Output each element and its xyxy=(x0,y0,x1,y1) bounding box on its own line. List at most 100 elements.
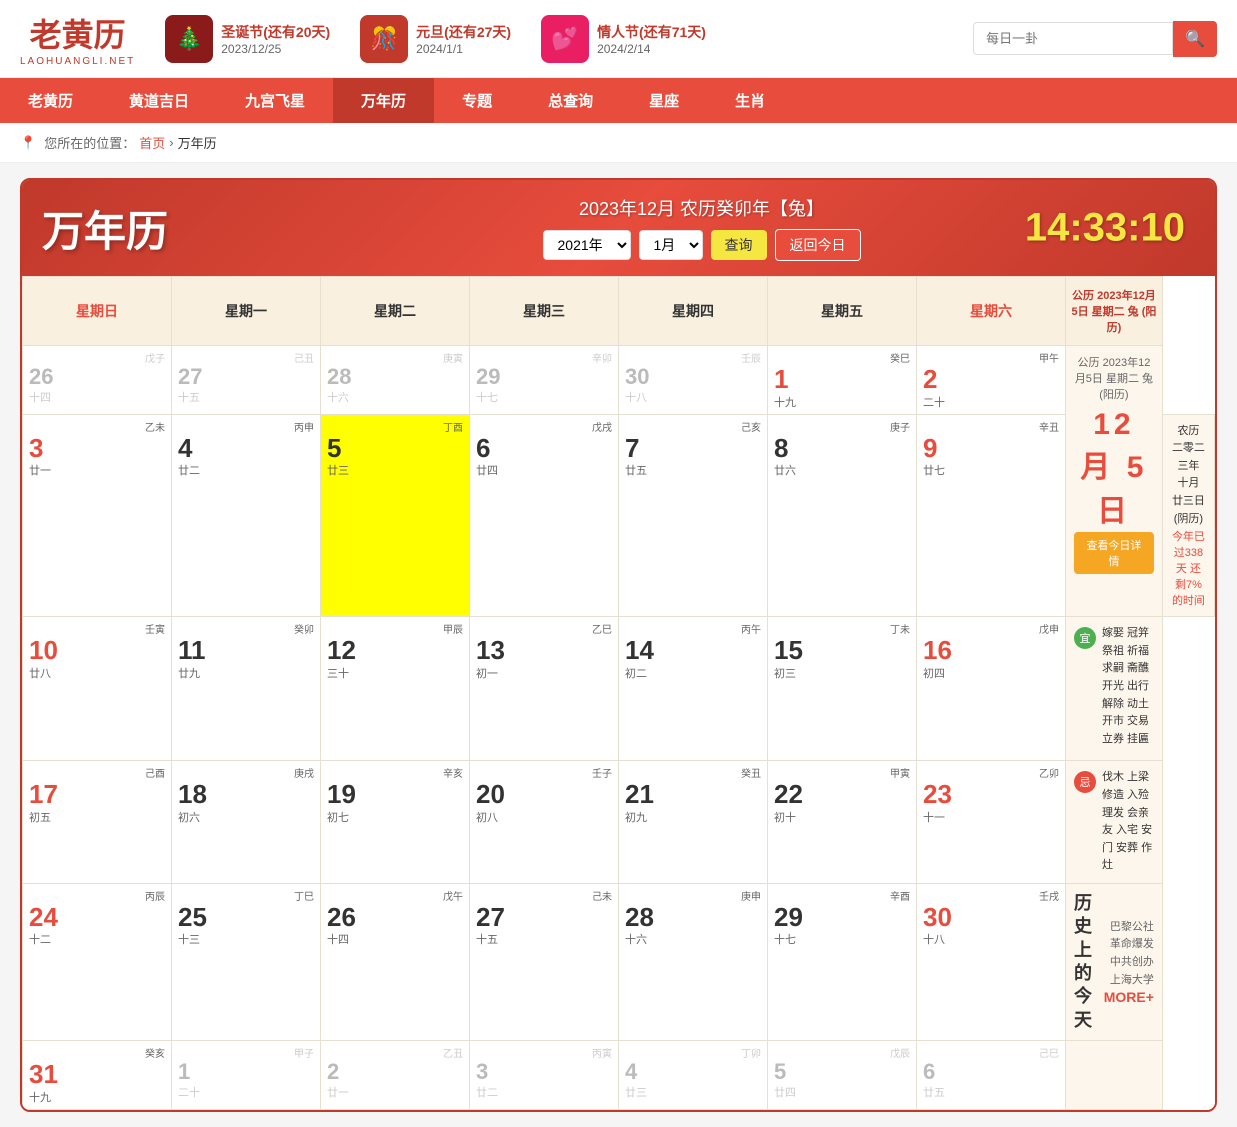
table-row[interactable]: 癸巳1十九 xyxy=(768,346,917,415)
current-time: 14:33:10 xyxy=(1025,206,1185,251)
table-row[interactable]: 辛亥19初七 xyxy=(321,761,470,884)
table-row[interactable]: 庚申28十六 xyxy=(619,883,768,1040)
table-row[interactable]: 庚寅28十六 xyxy=(321,346,470,415)
side-info-cell: 宜 嫁娶 冠笄 祭祖 祈福 求嗣 斋醮 开光 出行 解除 动土 开市 交易 立券… xyxy=(1066,617,1163,761)
location-icon: 📍 xyxy=(20,135,36,151)
nav-shengxiao[interactable]: 生肖 xyxy=(707,78,793,123)
table-row[interactable]: 己亥7廿五 xyxy=(619,414,768,617)
weekday-wed: 星期三 xyxy=(470,277,619,346)
yi-badge: 宜 xyxy=(1074,627,1096,649)
table-row[interactable]: 丙申4廿二 xyxy=(172,414,321,617)
table-row[interactable]: 庚戌18初六 xyxy=(172,761,321,884)
history-title: 历史上 的今天 xyxy=(1074,892,1104,1032)
breadcrumb-home[interactable]: 首页 xyxy=(139,133,165,152)
table-row[interactable]: 壬寅10廿八 xyxy=(23,617,172,761)
breadcrumb: 📍 您所在的位置： 首页 › 万年历 xyxy=(0,123,1237,163)
holiday-christmas[interactable]: 🎄 圣诞节(还有20天) 2023/12/25 xyxy=(165,15,330,63)
side-info-cell: 公历 2023年12月5日 星期二 兔 (阳历) 12 月 5 日 查看今日详情 xyxy=(1066,346,1163,617)
side-yi-row: 宜 嫁娶 冠笄 祭祖 祈福 求嗣 斋醮 开光 出行 解除 动土 开市 交易 立券… xyxy=(1074,625,1154,748)
nav-xingzuo[interactable]: 星座 xyxy=(621,78,707,123)
table-row[interactable]: 乙卯23十一 xyxy=(917,761,1066,884)
calendar-body: 星期日 星期一 星期二 星期三 星期四 星期五 星期六 公历 2023年12月5… xyxy=(22,276,1215,1110)
calendar-main-title: 万年历 xyxy=(42,198,168,259)
calendar-table: 星期日 星期一 星期二 星期三 星期四 星期五 星期六 公历 2023年12月5… xyxy=(22,276,1215,1110)
history-item-1: 巴黎公社革命爆发 xyxy=(1104,919,1154,954)
table-row[interactable]: 丁未15初三 xyxy=(768,617,917,761)
table-row[interactable]: 己未27十五 xyxy=(470,883,619,1040)
table-row[interactable]: 戊辰5廿四 xyxy=(768,1041,917,1110)
table-row[interactable]: 辛丑9廿七 xyxy=(917,414,1066,617)
table-row[interactable]: 壬辰30十八 xyxy=(619,346,768,415)
table-row[interactable]: 丙辰24十二 xyxy=(23,883,172,1040)
weekday-thu: 星期四 xyxy=(619,277,768,346)
table-row[interactable]: 丙午14初二 xyxy=(619,617,768,761)
table-row[interactable]: 戊午26十四 xyxy=(321,883,470,1040)
ji-text: 伐木 上梁 修造 入殓 理发 会亲友 入宅 安门 安葬 作灶 xyxy=(1102,769,1154,875)
nav-huangdao[interactable]: 黄道吉日 xyxy=(101,78,217,123)
main-nav: 老黄历 黄道吉日 九宫飞星 万年历 专题 总查询 星座 生肖 xyxy=(0,78,1237,123)
side-info-cell: 农历 二零二三年 十月 廿三日 (阴历) 今年已过338天 还剩7%的时间 xyxy=(1162,414,1214,617)
weekday-sun: 星期日 xyxy=(23,277,172,346)
table-row[interactable]: 庚子8廿六 xyxy=(768,414,917,617)
year-select[interactable]: 2021年 xyxy=(543,230,631,260)
nav-zongchaxun[interactable]: 总查询 xyxy=(520,78,621,123)
nav-zhuanti[interactable]: 专题 xyxy=(434,78,520,123)
side-header: 公历 2023年12月5日 星期二 兔 (阳历) xyxy=(1066,277,1163,346)
holiday-valentine[interactable]: 💕 情人节(还有71天) 2024/2/14 xyxy=(541,15,706,63)
table-row[interactable]: 丁酉5廿三 xyxy=(321,414,470,617)
side-solar-label: 公历 2023年12月5日 星期二 兔 (阳历) xyxy=(1074,354,1154,402)
table-row[interactable]: 甲辰12三十 xyxy=(321,617,470,761)
holiday-newyear[interactable]: 🎊 元旦(还有27天) 2024/1/1 xyxy=(360,15,511,63)
table-row[interactable]: 乙未3廿一 xyxy=(23,414,172,617)
table-row[interactable]: 甲子1二十 xyxy=(172,1041,321,1110)
newyear-icon: 🎊 xyxy=(360,15,408,63)
today-button[interactable]: 返回今日 xyxy=(775,229,861,261)
weekday-mon: 星期一 xyxy=(172,277,321,346)
table-row[interactable]: 辛酉29十七 xyxy=(768,883,917,1040)
nav-wannianli[interactable]: 万年历 xyxy=(333,78,434,123)
weekday-fri: 星期五 xyxy=(768,277,917,346)
history-content: 巴黎公社革命爆发 中共创办上海大学 MORE+ xyxy=(1104,919,1154,1005)
table-row[interactable]: 戊子26十四 xyxy=(23,346,172,415)
table-row[interactable]: 己丑27十五 xyxy=(172,346,321,415)
side-progress: 今年已过338天 还剩7%的时间 xyxy=(1171,528,1206,608)
table-row[interactable]: 丁卯4廿三 xyxy=(619,1041,768,1110)
table-row[interactable]: 甲午2二十 xyxy=(917,346,1066,415)
table-row[interactable]: 壬戌30十八 xyxy=(917,883,1066,1040)
table-row[interactable]: 丁巳25十三 xyxy=(172,883,321,1040)
valentine-name: 情人节(还有71天) xyxy=(597,22,706,42)
calendar-month-title: 2023年12月 农历癸卯年【兔】 xyxy=(579,195,824,221)
table-row[interactable]: 戊戌6廿四 xyxy=(470,414,619,617)
detail-button[interactable]: 查看今日详情 xyxy=(1074,532,1154,574)
table-row[interactable]: 己酉17初五 xyxy=(23,761,172,884)
history-item-2: 中共创办上海大学 xyxy=(1104,954,1154,989)
logo-subtitle: LAOHUANGLI.NET xyxy=(20,56,135,67)
weekday-tue: 星期二 xyxy=(321,277,470,346)
table-row[interactable]: 辛卯29十七 xyxy=(470,346,619,415)
search-button[interactable]: 🔍 xyxy=(1173,21,1217,57)
more-link[interactable]: MORE+ xyxy=(1104,989,1154,1005)
search-input[interactable] xyxy=(973,22,1173,55)
query-button[interactable]: 查询 xyxy=(711,230,767,260)
table-row[interactable]: 癸丑21初九 xyxy=(619,761,768,884)
table-row[interactable]: 乙丑2廿一 xyxy=(321,1041,470,1110)
christmas-date: 2023/12/25 xyxy=(221,42,330,56)
logo: 老黄历 LAOHUANGLI.NET xyxy=(20,10,135,67)
table-row[interactable]: 癸卯11廿九 xyxy=(172,617,321,761)
table-row[interactable]: 乙巳13初一 xyxy=(470,617,619,761)
month-select[interactable]: 1月 xyxy=(639,230,703,260)
yi-text: 嫁娶 冠笄 祭祖 祈福 求嗣 斋醮 开光 出行 解除 动土 开市 交易 立券 挂… xyxy=(1102,625,1154,748)
christmas-name: 圣诞节(还有20天) xyxy=(221,22,330,42)
nav-jiugong[interactable]: 九宫飞星 xyxy=(217,78,333,123)
newyear-name: 元旦(还有27天) xyxy=(416,22,511,42)
table-row[interactable]: 戊申16初四 xyxy=(917,617,1066,761)
table-row[interactable]: 甲寅22初十 xyxy=(768,761,917,884)
nav-laohuangli[interactable]: 老黄历 xyxy=(0,78,101,123)
table-row[interactable]: 壬子20初八 xyxy=(470,761,619,884)
table-row[interactable]: 癸亥31十九 xyxy=(23,1041,172,1110)
breadcrumb-location-label: 您所在的位置： xyxy=(44,133,135,152)
table-row[interactable]: 丙寅3廿二 xyxy=(470,1041,619,1110)
table-row[interactable]: 己巳6廿五 xyxy=(917,1041,1066,1110)
valentine-icon: 💕 xyxy=(541,15,589,63)
header: 老黄历 LAOHUANGLI.NET 🎄 圣诞节(还有20天) 2023/12/… xyxy=(0,0,1237,78)
